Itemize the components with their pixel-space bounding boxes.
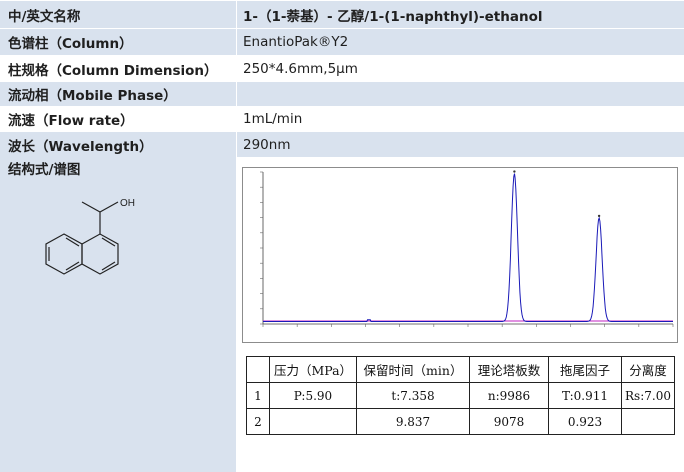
row-mobile-phase: 流动相（Mobile Phase） [0,81,684,106]
cell [621,408,675,435]
cell: T:0.911 [548,382,622,409]
cell [269,408,357,435]
header-resolution: 分离度 [621,356,675,383]
cell: P:5.90 [269,382,357,409]
mobile-phase-label: 流动相（Mobile Phase） [8,88,177,104]
naphthalene-left-ring [45,233,83,275]
molecule-structure: OH [45,198,135,275]
dimension-value: 250*4.6mm,5μm [243,60,358,77]
chromatogram-chart [260,170,674,327]
mobile-phase-value [243,82,679,106]
row-column-bg: 色谱柱（Column） EnantioPak®Y2 [0,28,684,55]
header-plates: 理论塔板数 [469,356,549,383]
peak-marker-2 [597,214,601,218]
row-dimension: 柱规格（Column Dimension） 250*4.6mm,5μm [0,55,684,81]
header-tailing: 拖尾因子 [548,356,622,383]
header-retention-time: 保留时间（min） [356,356,470,383]
cell: 1 [246,382,270,409]
cell: 9078 [469,408,549,435]
peak-marker-1 [513,170,516,173]
column-divider [236,0,237,472]
cell: Rs:7.00 [621,382,675,409]
row-name: 中/英文名称 1-（1-萘基）- 乙醇/1-(1-naphthyl)-ethan… [0,0,684,28]
datasheet: 中/英文名称 1-（1-萘基）- 乙醇/1-(1-naphthyl)-ethan… [0,0,684,472]
row-flow-rate: 流速（Flow rate） 1mL/min [0,106,684,131]
flow-rate-value: 1mL/min [243,111,303,127]
results-row-1: 1 P:5.90 t:7.358 n:9986 T:0.911 Rs:7.00 [246,382,675,409]
chromatogram-frame [242,167,678,343]
chromatogram-trace [263,173,673,322]
oh-label: OH [120,198,135,209]
cell: 9.837 [356,408,470,435]
column-label: 色谱柱（Column） [8,36,133,52]
flow-rate-label: 流速（Flow rate） [8,113,134,129]
results-header-row: 压力（MPa） 保留时间（min） 理论塔板数 拖尾因子 分离度 [246,356,675,383]
header-pressure: 压力（MPa） [269,356,357,383]
name-label: 中/英文名称 [8,8,81,25]
naphthalene-right-ring [81,233,119,275]
cell: n:9986 [469,382,549,409]
results-table: 压力（MPa） 保留时间（min） 理论塔板数 拖尾因子 分离度 1 P:5.9… [246,356,675,435]
wavelength-value: 290nm [243,136,291,153]
chart-axes [262,172,673,325]
name-value: 1-（1-萘基）- 乙醇/1-(1-naphthyl)-ethanol [243,8,543,25]
dimension-label: 柱规格（Column Dimension） [8,62,218,79]
results-row-2: 2 9.837 9078 0.923 [246,408,675,435]
row-wavelength: 波长（Wavelength） 290nm [0,131,684,157]
cell: t:7.358 [356,382,470,409]
column-value: EnantioPak®Y2 [243,34,349,50]
cell: 2 [246,408,270,435]
header-index [246,356,270,383]
cell: 0.923 [548,408,622,435]
structure-label: 结构式/谱图 [8,162,81,178]
wavelength-label: 波长（Wavelength） [8,138,153,155]
